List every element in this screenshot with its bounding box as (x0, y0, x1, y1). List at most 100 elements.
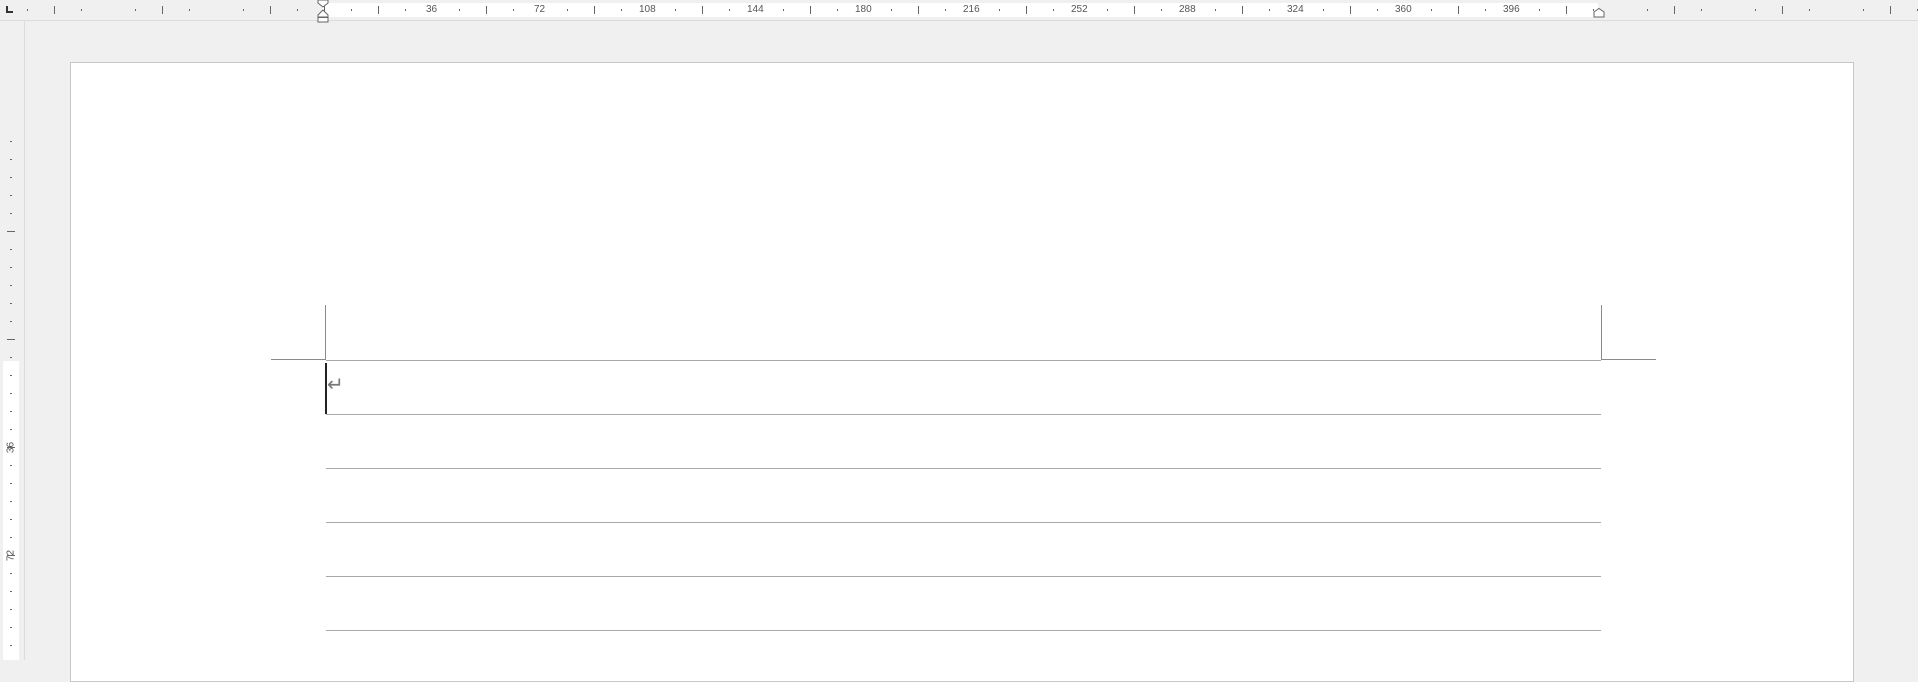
ruler-label: 72 (534, 4, 546, 15)
ruler-tick (1134, 6, 1135, 14)
vertical-ruler-tick (10, 465, 12, 466)
ruler-tick (1026, 6, 1027, 14)
tab-stop-left-icon[interactable] (6, 6, 13, 13)
ruler-label: 216 (963, 4, 980, 15)
ruler-tick (1161, 9, 1162, 11)
vertical-ruler-tick (10, 357, 12, 358)
ruler-tick (1107, 9, 1108, 11)
vertical-ruler-label: 72 (5, 549, 17, 562)
ruler-tick (81, 9, 82, 11)
ruler-tick (1458, 6, 1459, 14)
ruler-tick (27, 9, 28, 11)
ruler-tick (135, 9, 136, 11)
vertical-ruler-tick (10, 141, 12, 142)
document-page[interactable]: ↵ (70, 62, 1854, 682)
crop-mark-left-vertical (325, 305, 326, 360)
ruler-tick (1377, 9, 1378, 11)
ruler-tick (945, 9, 946, 11)
vertical-ruler-tick (10, 249, 12, 250)
vertical-ruler-tick (10, 303, 12, 304)
ruler-tick (675, 9, 676, 11)
hanging-indent-icon[interactable] (317, 9, 329, 23)
right-indent-icon[interactable] (1593, 8, 1605, 18)
ruler-tick (1053, 9, 1054, 11)
horizontal-ruler[interactable]: 36 72 108 144 180 216 252 288 324 360 396 (0, 0, 1918, 23)
ruler-label: 288 (1179, 4, 1196, 15)
ruler-tick (1323, 9, 1324, 11)
ruler-tick (1431, 9, 1432, 11)
ruler-tick (297, 9, 298, 11)
vertical-ruler-tick (10, 591, 12, 592)
ruler-tick (783, 9, 784, 11)
crop-mark-left-horizontal (271, 359, 325, 360)
ruler-tick (270, 6, 271, 14)
ruler-tick (810, 6, 811, 14)
ruler-label: 180 (855, 4, 872, 15)
ruler-tick (999, 9, 1000, 11)
ruler-label: 360 (1395, 4, 1412, 15)
vertical-ruler-tick (10, 393, 12, 394)
ruler-tick (378, 6, 379, 14)
ruler-tick (1242, 6, 1243, 14)
vertical-ruler-tick (10, 195, 12, 196)
ruler-tick (1782, 6, 1783, 14)
ruler-tick (1566, 6, 1567, 14)
ruler-tick (1674, 6, 1675, 14)
ruler-tick (351, 9, 352, 11)
vertical-ruler-tick (10, 501, 12, 502)
vertical-ruler-tick (10, 411, 12, 412)
ruler-tick (1539, 9, 1540, 11)
ruler-tick (243, 9, 244, 11)
vertical-ruler-tick (10, 267, 12, 268)
ruler-tick (1701, 9, 1702, 11)
ruled-line (326, 468, 1601, 469)
ruler-tick (1269, 9, 1270, 11)
ruler-label: 324 (1287, 4, 1304, 15)
ruler-tick (162, 6, 163, 14)
vertical-ruler-tick (10, 519, 12, 520)
vertical-ruler-tick (10, 609, 12, 610)
crop-mark-right-vertical (1601, 305, 1602, 360)
ruler-tick (459, 9, 460, 11)
vertical-ruler-label: 36 (5, 441, 17, 454)
ruler-tick (702, 6, 703, 14)
ruler-label: 144 (747, 4, 764, 15)
vertical-ruler-tick (10, 483, 12, 484)
ruler-tick (1215, 9, 1216, 11)
vertical-ruler-tick (10, 429, 12, 430)
ruler-tick (1350, 6, 1351, 14)
vertical-ruler-tick (7, 231, 15, 232)
vertical-ruler-tick (10, 645, 12, 646)
ruler-tick (567, 9, 568, 11)
vertical-ruler-tick (10, 573, 12, 574)
ruler-tick (405, 9, 406, 11)
ruler-tick (1647, 9, 1648, 11)
vertical-ruler[interactable]: 36 72 (0, 21, 25, 660)
ruler-tick (1809, 9, 1810, 11)
paragraph-mark-icon: ↵ (327, 374, 344, 396)
vertical-ruler-tick (10, 627, 12, 628)
ruler-tick (486, 6, 487, 14)
ruler-label: 252 (1071, 4, 1088, 15)
ruler-label: 396 (1503, 4, 1520, 15)
ruler-tick (729, 9, 730, 11)
first-line-indent-icon[interactable] (317, 0, 329, 8)
vertical-ruler-tick (10, 537, 12, 538)
vertical-ruler-tick (10, 213, 12, 214)
vertical-ruler-tick (10, 285, 12, 286)
ruler-tick (837, 9, 838, 11)
ruled-line (326, 576, 1601, 577)
crop-mark-right-horizontal (1602, 359, 1656, 360)
vertical-ruler-text-area[interactable] (3, 361, 19, 660)
ruler-tick (594, 6, 595, 14)
vertical-ruler-tick (10, 375, 12, 376)
ruler-tick (1485, 9, 1486, 11)
vertical-ruler-tick (7, 339, 15, 340)
vertical-ruler-tick (10, 177, 12, 178)
vertical-ruler-tick (10, 159, 12, 160)
ruler-tick (54, 6, 55, 14)
ruler-tick (1890, 6, 1891, 14)
ruler-tick (1863, 9, 1864, 11)
text-area-top-border (326, 360, 1601, 361)
ruler-tick (918, 6, 919, 14)
